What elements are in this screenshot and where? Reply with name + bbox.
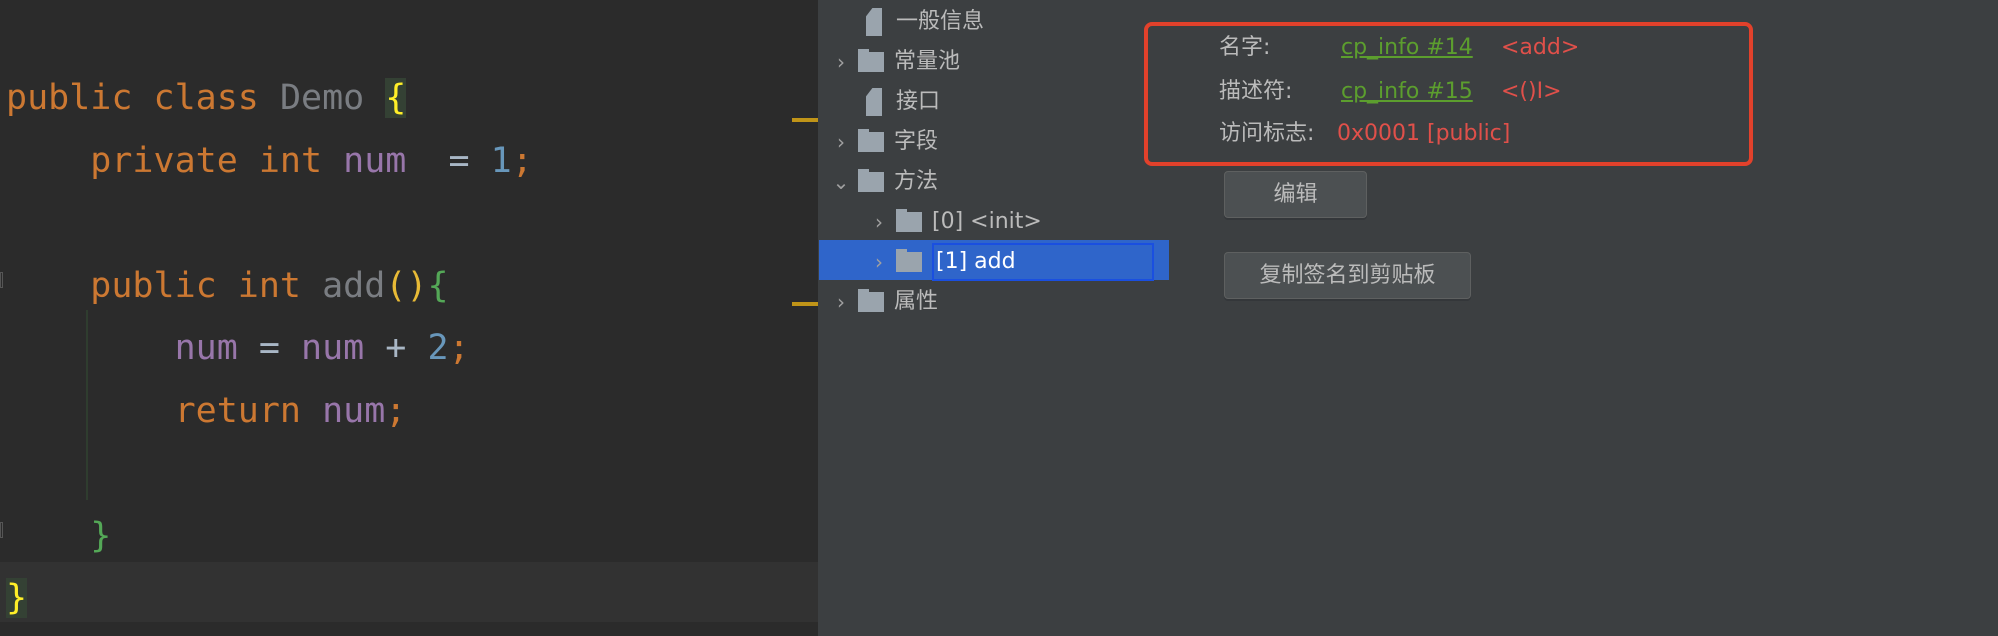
code-token: {: [427, 265, 449, 306]
chevron-down-icon[interactable]: ⌄: [830, 162, 852, 202]
code-token: 2: [427, 328, 449, 368]
folder-icon: [858, 129, 884, 152]
scrollbar-marker[interactable]: [792, 118, 818, 122]
tree-item[interactable]: › 属性: [830, 282, 938, 322]
code-token: add: [322, 265, 386, 306]
folder-icon: [896, 209, 922, 232]
tree-item[interactable]: 一般信息: [830, 2, 984, 42]
tree-item-label: 属性: [894, 289, 939, 314]
code-line: }: [6, 567, 28, 629]
code-token: public int: [6, 265, 323, 306]
fold-marker[interactable]: [0, 272, 3, 288]
access-flags-label: 访问标志:: [1219, 121, 1315, 146]
chevron-right-icon[interactable]: ›: [868, 202, 890, 242]
code-token: +: [364, 328, 428, 368]
name-value: <add>: [1501, 35, 1580, 60]
scrollbar-marker[interactable]: [792, 302, 818, 306]
code-token: }: [6, 515, 112, 556]
code-token: =: [406, 140, 491, 181]
tree-item-label: 方法: [894, 169, 939, 194]
tree-item[interactable]: › 常量池: [830, 42, 960, 82]
code-token: ;: [385, 390, 407, 431]
folder-icon: [858, 289, 884, 312]
file-icon: [866, 88, 882, 116]
name-label: 名字:: [1219, 35, 1271, 60]
code-token: Demo: [279, 78, 386, 118]
code-token: private int: [6, 140, 344, 181]
tree-item-label: 一般信息: [896, 9, 985, 34]
folder-icon: [858, 169, 884, 192]
tree-item-label: 字段: [894, 129, 939, 154]
access-flags-row: 访问标志: 0x0001 [public]: [1219, 117, 1510, 151]
tree-item-label: [0] <init>: [932, 209, 1042, 234]
code-line: num = num + 2;: [6, 317, 470, 379]
descriptor-row: 描述符: cp_info #15 <()I>: [1219, 75, 1562, 109]
code-line: return num;: [6, 380, 407, 442]
code-line: public int add(){: [6, 255, 449, 317]
tree-item[interactable]: › [1] add: [868, 242, 1154, 282]
name-row: 名字: cp_info #14 <add>: [1219, 31, 1579, 65]
code-token: num: [301, 328, 365, 368]
code-token: }: [6, 578, 28, 618]
code-token: (): [385, 265, 428, 306]
tree-item-label: [1] add: [932, 243, 1154, 281]
fold-marker[interactable]: [0, 522, 3, 538]
code-token: num: [343, 140, 407, 181]
tree-item[interactable]: › [0] <init>: [868, 202, 1042, 242]
code-token: num: [322, 390, 386, 431]
folder-icon: [858, 49, 884, 72]
code-line: private int num = 1;: [6, 130, 533, 192]
chevron-right-icon[interactable]: ›: [830, 42, 852, 82]
code-token: public class: [6, 78, 280, 118]
code-token: 1: [490, 140, 512, 181]
name-link[interactable]: cp_info #14: [1341, 31, 1473, 65]
folder-icon: [896, 249, 922, 272]
tree-item[interactable]: › 字段: [830, 122, 938, 162]
access-flags-value: 0x0001 [public]: [1337, 121, 1511, 146]
code-token: num: [6, 328, 238, 368]
code-token: =: [237, 328, 302, 368]
descriptor-value: <()I>: [1501, 79, 1562, 104]
code-token: ;: [448, 328, 470, 368]
file-icon: [866, 8, 882, 36]
code-line: public class Demo {: [6, 67, 407, 129]
code-token: return: [6, 390, 323, 431]
tree-item-label: 常量池: [894, 49, 961, 74]
chevron-right-icon[interactable]: ›: [868, 242, 890, 282]
code-token: ;: [511, 140, 533, 181]
chevron-right-icon[interactable]: ›: [830, 282, 852, 322]
edit-button[interactable]: 编辑: [1224, 171, 1367, 218]
current-line-highlight: [0, 562, 818, 622]
code-token: {: [385, 78, 407, 118]
tree-item-label: 接口: [896, 89, 941, 114]
descriptor-link[interactable]: cp_info #15: [1341, 75, 1473, 109]
copy-signature-button[interactable]: 复制签名到剪贴板: [1224, 252, 1471, 299]
code-line: }: [6, 505, 111, 567]
code-editor[interactable]: public class Demo { private int num = 1;…: [0, 0, 818, 636]
chevron-right-icon[interactable]: ›: [830, 122, 852, 162]
tree-item[interactable]: 接口: [830, 82, 940, 122]
tree-item[interactable]: ⌄ 方法: [830, 162, 938, 202]
descriptor-label: 描述符:: [1219, 79, 1293, 104]
